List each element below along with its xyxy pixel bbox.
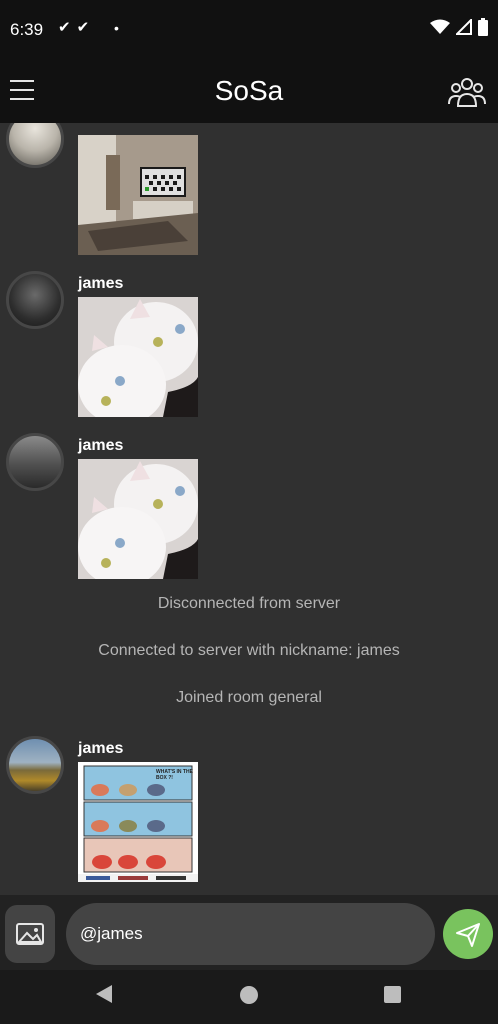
system-nav-bar xyxy=(0,970,498,1024)
message-input[interactable] xyxy=(66,903,435,965)
signal-icon xyxy=(456,19,472,35)
status-bar: 6:39 ✔✔ • xyxy=(0,0,498,60)
send-icon xyxy=(456,923,480,947)
message-username: james xyxy=(78,275,124,292)
living-room-photo[interactable] xyxy=(78,135,198,255)
message-item: james xyxy=(0,427,498,587)
download-check-icons: ✔✔ xyxy=(58,19,96,36)
system-message: Disconnected from server xyxy=(157,595,341,612)
system-message: Connected to server with nickname: james xyxy=(98,642,400,659)
attach-image-button[interactable] xyxy=(5,905,55,963)
status-time: 6:39 xyxy=(10,20,44,39)
back-icon[interactable] xyxy=(96,985,112,1003)
battery-icon xyxy=(478,18,488,36)
avatar[interactable] xyxy=(6,433,64,491)
recents-icon[interactable] xyxy=(384,986,401,1003)
app-title: SoSa xyxy=(214,75,284,106)
message-item: james WHAT'S IN THE BOX ?! xyxy=(0,730,498,890)
send-button[interactable] xyxy=(443,909,493,959)
message-username: james xyxy=(78,437,124,454)
notification-dot-icon: • xyxy=(114,20,119,36)
message-item: james xyxy=(0,265,498,425)
comic-caption: WHAT'S IN THE BOX ?! xyxy=(156,769,193,781)
avatar[interactable] xyxy=(6,736,64,794)
message-feed[interactable]: james james Disconnected from server Con… xyxy=(0,123,498,895)
app-bar: SoSa xyxy=(0,60,498,123)
message-username: james xyxy=(78,740,124,757)
avatar[interactable] xyxy=(6,271,64,329)
system-message: Joined room general xyxy=(176,689,322,706)
white-cats-photo[interactable] xyxy=(78,297,198,417)
avatar[interactable] xyxy=(6,123,64,168)
composer-bar xyxy=(0,895,498,970)
home-icon[interactable] xyxy=(240,986,258,1004)
status-icons xyxy=(430,18,488,36)
people-icon[interactable] xyxy=(448,75,486,109)
white-cats-photo[interactable] xyxy=(78,459,198,579)
image-icon xyxy=(16,923,44,945)
wifi-icon xyxy=(430,19,450,34)
message-item: james xyxy=(0,123,498,255)
comic-strip[interactable]: WHAT'S IN THE BOX ?! xyxy=(78,762,198,882)
